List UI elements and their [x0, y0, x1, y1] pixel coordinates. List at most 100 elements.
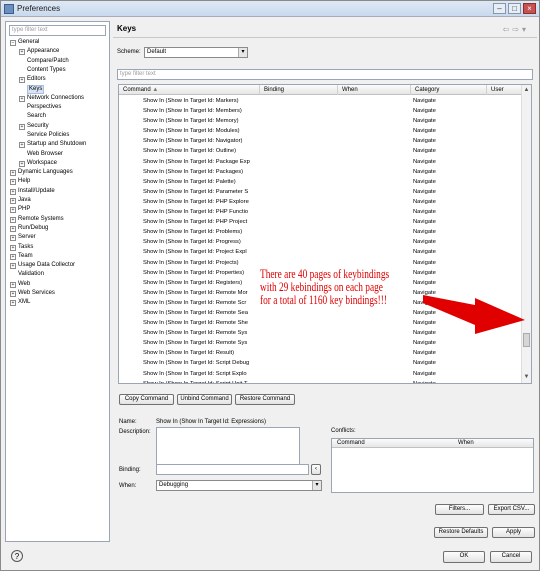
maximize-button[interactable]: □ — [508, 3, 521, 14]
copy-command-button[interactable]: Copy Command — [119, 394, 174, 405]
binding-field[interactable] — [156, 464, 309, 475]
tree-item[interactable]: Perspectives — [8, 103, 108, 112]
expand-icon[interactable]: + — [10, 225, 16, 232]
ok-button[interactable]: OK — [443, 551, 485, 563]
tree-item[interactable]: + XML — [8, 298, 108, 307]
restore-defaults-button[interactable]: Restore Defaults — [434, 527, 488, 538]
expand-icon[interactable]: + — [10, 170, 16, 177]
expand-icon[interactable]: + — [10, 179, 16, 186]
tree-item[interactable]: + Tasks — [8, 243, 108, 252]
table-row[interactable]: Show In (Show In Target Id: Packages) Nav… — [119, 167, 523, 177]
conflicts-column-when[interactable]: When — [458, 440, 474, 446]
close-button[interactable]: × — [523, 3, 536, 14]
cancel-button[interactable]: Cancel — [490, 551, 532, 563]
tree-item[interactable]: Web Browser — [8, 150, 108, 159]
tree-item[interactable]: Service Policies — [8, 131, 108, 140]
help-icon[interactable]: ? — [11, 550, 23, 562]
conflicts-column-command[interactable]: Command — [337, 440, 365, 446]
tree-item[interactable]: Keys — [8, 84, 108, 95]
expand-icon[interactable]: + — [10, 216, 16, 223]
column-header-when[interactable]: When — [338, 85, 411, 95]
table-row[interactable]: Show In (Show In Target Id: Members) Navi… — [119, 106, 523, 116]
table-row[interactable]: Show In (Show In Target Id: Result) Navig… — [119, 348, 523, 358]
table-row[interactable]: Show In (Show In Target Id: Script Debug… — [119, 358, 523, 368]
filters-button[interactable]: Filters... — [435, 504, 484, 515]
tree-item[interactable]: + Team — [8, 252, 108, 261]
table-row[interactable]: Show In (Show In Target Id: Script Unit … — [119, 379, 523, 383]
table-scrollbar[interactable]: ▲ ▼ — [521, 85, 531, 383]
history-navigation[interactable]: ⇦⇨▾ — [503, 25, 529, 34]
expand-icon[interactable]: + — [19, 123, 25, 130]
unbind-command-button[interactable]: Unbind Command — [177, 394, 232, 405]
tree-item[interactable]: + Appearance — [8, 47, 108, 56]
expand-icon[interactable]: + — [10, 198, 16, 205]
table-row[interactable]: Show In (Show In Target Id: Remote Sea Na… — [119, 308, 523, 318]
restore-command-button[interactable]: Restore Command — [235, 394, 295, 405]
expand-icon[interactable]: + — [19, 49, 25, 56]
minimize-button[interactable]: – — [493, 3, 506, 14]
tree-item[interactable]: + PHP — [8, 205, 108, 214]
table-row[interactable]: Show In (Show In Target Id: Project Expl… — [119, 247, 523, 257]
expand-icon[interactable]: + — [10, 263, 16, 270]
tree-item[interactable]: Search — [8, 112, 108, 121]
forward-icon[interactable]: ⇨ — [512, 25, 522, 34]
table-row[interactable]: Show In (Show In Target Id: Markers) Navi… — [119, 96, 523, 106]
column-header-category[interactable]: Category — [411, 85, 487, 95]
tree-item[interactable]: + Run/Debug — [8, 224, 108, 233]
expand-icon[interactable]: + — [10, 207, 16, 214]
tree-item[interactable]: + Startup and Shutdown — [8, 140, 108, 149]
tree-item[interactable]: + Remote Systems — [8, 215, 108, 224]
table-row[interactable]: Show In (Show In Target Id: Remote Sys Na… — [119, 338, 523, 348]
table-row[interactable]: Show In (Show In Target Id: PHP Project N… — [119, 217, 523, 227]
column-header-user[interactable]: User — [487, 85, 523, 95]
tree-item[interactable]: + Java — [8, 196, 108, 205]
scheme-select[interactable]: Default ▾ — [144, 47, 248, 58]
tree-item[interactable]: + Usage Data Collector — [8, 261, 108, 270]
column-header-binding[interactable]: Binding — [260, 85, 338, 95]
scrollbar-thumb[interactable] — [523, 333, 530, 347]
tree-item[interactable]: Content Types — [8, 66, 108, 75]
expand-icon[interactable]: + — [10, 244, 16, 251]
tree-item[interactable]: Compare/Patch — [8, 57, 108, 66]
collapse-icon[interactable]: − — [10, 40, 16, 46]
column-header-command[interactable]: Command ▲ — [119, 85, 260, 95]
expand-icon[interactable]: + — [19, 142, 25, 149]
expand-icon[interactable]: + — [19, 160, 25, 167]
table-row[interactable]: Show In (Show In Target Id: Package Exp N… — [119, 157, 523, 167]
export-csv-button[interactable]: Export CSV... — [488, 504, 535, 515]
menu-arrow-icon[interactable]: ▾ — [522, 25, 529, 34]
expand-icon[interactable]: + — [10, 253, 16, 260]
tree-item[interactable]: + Network Connections — [8, 94, 108, 103]
table-row[interactable]: Show In (Show In Target Id: PHP Explore N… — [119, 197, 523, 207]
when-select[interactable]: Debugging ▾ — [156, 480, 322, 491]
tree-item[interactable]: + Editors — [8, 75, 108, 84]
expand-icon[interactable]: + — [10, 188, 16, 195]
tree-item[interactable]: + Server — [8, 233, 108, 242]
expand-icon[interactable]: + — [10, 291, 16, 298]
table-row[interactable]: Show In (Show In Target Id: Parameter S N… — [119, 187, 523, 197]
table-row[interactable]: Show In (Show In Target Id: Progress) Nav… — [119, 237, 523, 247]
tree-item[interactable]: + Workspace — [8, 159, 108, 168]
apply-button[interactable]: Apply — [492, 527, 535, 538]
expand-icon[interactable]: + — [10, 300, 16, 307]
table-row[interactable]: Show In (Show In Target Id: Outline) Navi… — [119, 146, 523, 156]
table-row[interactable]: Show In (Show In Target Id: Memory) Navig… — [119, 116, 523, 126]
expand-icon[interactable]: + — [10, 281, 16, 288]
tree-item[interactable]: − General — [8, 38, 108, 47]
table-row[interactable]: Show In (Show In Target Id: Problems) Nav… — [119, 227, 523, 237]
table-row[interactable]: Show In (Show In Target Id: Navigator) Na… — [119, 136, 523, 146]
tree-item[interactable]: + Install/Update — [8, 187, 108, 196]
tree-item[interactable]: + Help — [8, 177, 108, 186]
table-row[interactable]: Show In (Show In Target Id: Script Explo… — [119, 369, 523, 379]
binding-menu-button[interactable]: ‹ — [311, 464, 321, 475]
tree-item[interactable]: + Dynamic Languages — [8, 168, 108, 177]
tree-item[interactable]: + Security — [8, 122, 108, 131]
table-row[interactable]: Show In (Show In Target Id: Modules) Navi… — [119, 126, 523, 136]
tree-item[interactable]: + Web — [8, 280, 108, 289]
scroll-down-icon[interactable]: ▼ — [522, 373, 531, 382]
table-row[interactable]: Show In (Show In Target Id: Palette) Navi… — [119, 177, 523, 187]
tree-item[interactable]: + Web Services — [8, 289, 108, 298]
expand-icon[interactable]: + — [10, 235, 16, 242]
scroll-up-icon[interactable]: ▲ — [522, 86, 531, 95]
tree-item[interactable]: Validation — [8, 270, 108, 279]
